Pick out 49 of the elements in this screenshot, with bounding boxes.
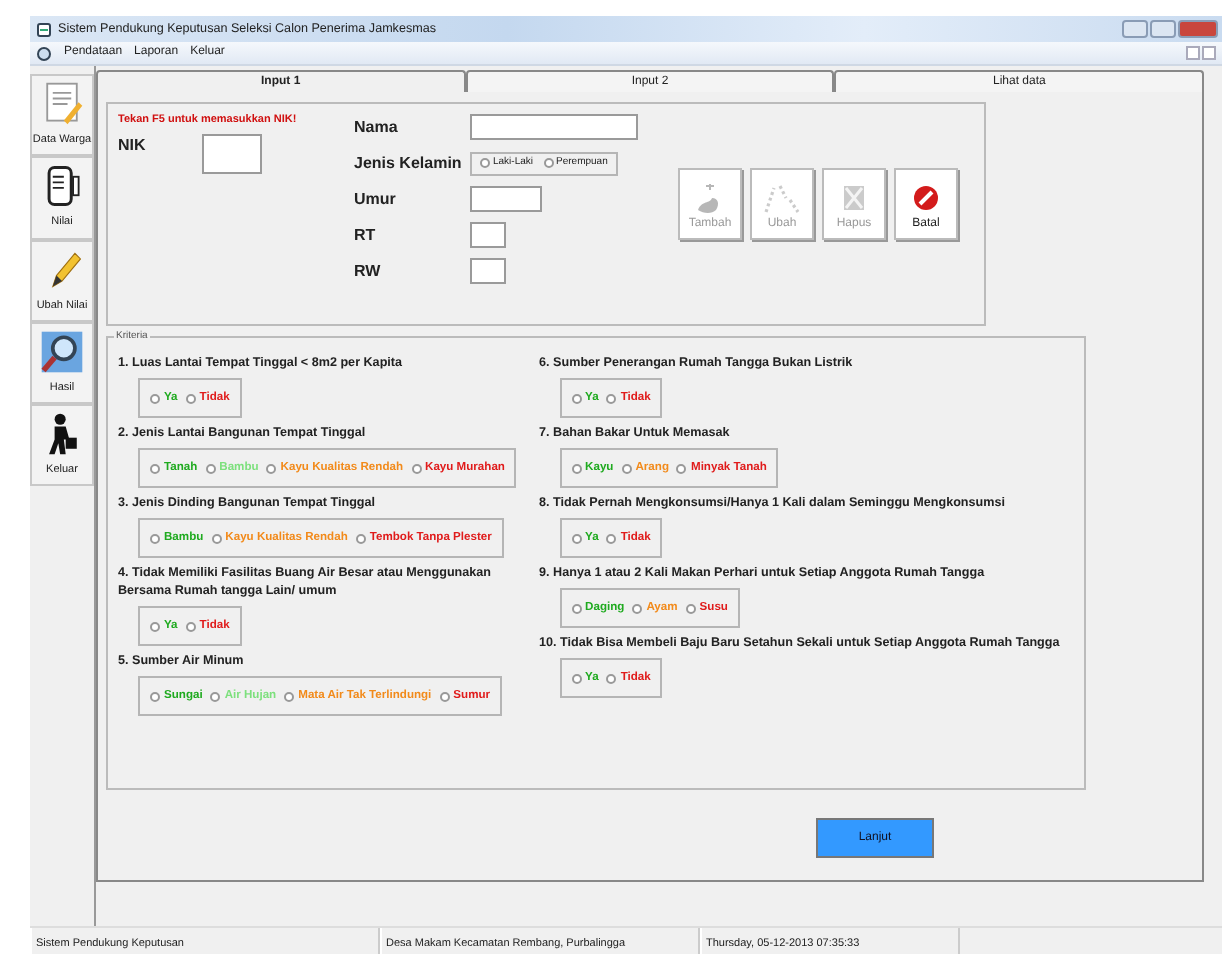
radio-button[interactable] <box>266 463 277 473</box>
radio-button[interactable] <box>606 533 617 543</box>
forbidden-icon <box>908 182 944 214</box>
radio-button[interactable] <box>150 463 160 473</box>
radio-button[interactable] <box>676 463 687 473</box>
radio-button[interactable] <box>205 463 216 473</box>
text-field[interactable] <box>470 258 506 284</box>
radio-button[interactable] <box>480 158 490 168</box>
radio-button[interactable] <box>185 621 196 631</box>
field-label: RW <box>354 259 383 283</box>
minimize-button[interactable] <box>1122 20 1148 38</box>
text-field[interactable] <box>470 222 506 248</box>
radio-button[interactable] <box>210 691 221 701</box>
radio-button[interactable] <box>571 533 582 543</box>
field-label: Nama <box>354 115 400 139</box>
radio-button[interactable] <box>150 533 160 543</box>
radio-button[interactable] <box>621 463 632 473</box>
radio-button[interactable] <box>571 673 582 683</box>
field-label: NIK <box>118 134 148 159</box>
radio-button[interactable] <box>150 393 160 403</box>
magnifier-icon <box>38 327 86 376</box>
radio-button[interactable] <box>284 691 295 701</box>
app-icon <box>36 21 52 37</box>
nik-field[interactable] <box>202 134 262 175</box>
radio-button[interactable] <box>571 463 582 473</box>
radio-button[interactable] <box>411 463 422 473</box>
radio-button[interactable] <box>571 603 582 613</box>
dots-icon <box>764 182 800 214</box>
field-label: Jenis Kelamin <box>354 151 464 175</box>
radio-button[interactable] <box>685 603 696 613</box>
maximize-button[interactable] <box>1150 20 1176 38</box>
radio-button[interactable] <box>632 603 643 613</box>
radio-button[interactable] <box>355 533 366 543</box>
minimize-button[interactable] <box>1186 46 1200 60</box>
radio-button[interactable] <box>150 621 160 631</box>
radio-button[interactable] <box>439 691 450 701</box>
field-label: Umur <box>354 187 398 211</box>
radio-button[interactable] <box>543 158 554 168</box>
radio-button[interactable] <box>571 393 582 403</box>
text-field[interactable] <box>470 186 542 212</box>
radio-button[interactable] <box>185 393 196 403</box>
field-label: RT <box>354 223 378 247</box>
text-field[interactable] <box>470 114 638 140</box>
close-button[interactable] <box>1178 20 1218 38</box>
radio-button[interactable] <box>606 673 617 683</box>
radio-button[interactable] <box>606 393 617 403</box>
radio-button[interactable] <box>211 533 222 543</box>
radio-button[interactable] <box>150 691 160 701</box>
restore-button[interactable] <box>1202 46 1216 60</box>
